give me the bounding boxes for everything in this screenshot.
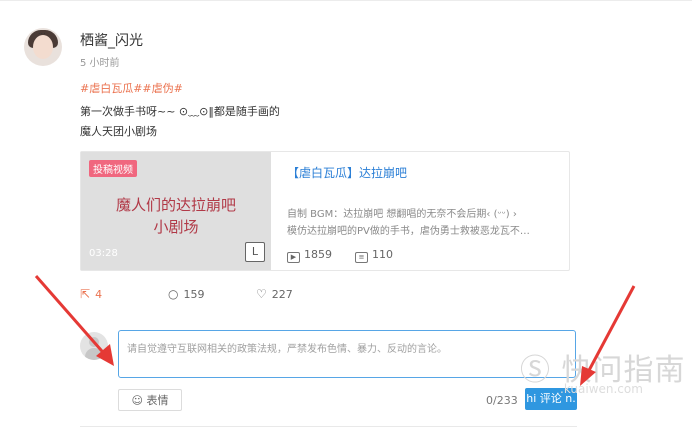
thumbnail-title-line-2: 小剧场 [153, 218, 199, 236]
like-count: 227 [271, 288, 293, 301]
post-text-line-1: 第一次做手书呀~~ ⊙﹏⊙‖都是随手画的 [80, 105, 280, 118]
annotation-arrow-left [34, 275, 114, 366]
video-description: 自制 BGM：达拉崩吧 想翻唱的无奈不会后期‹ (ᵕᵕ) › 模仿达拉崩吧的PV… [287, 206, 561, 240]
play-later-icon[interactable]: L [245, 242, 265, 262]
danmaku-count: ≡ 110 [355, 248, 393, 263]
bottom-divider [80, 426, 577, 427]
avatar-body-shape [85, 348, 103, 360]
comment-count: 159 [183, 288, 205, 301]
comment-button[interactable]: ○ 159 [168, 287, 204, 301]
char-counter: 0/233 [486, 394, 518, 407]
comment-placeholder: 请自觉遵守互联网相关的政策法规，严禁发布色情、暴力、反动的言论。 [127, 344, 447, 355]
post-text-line-2: 魔人天团小剧场 [80, 125, 157, 138]
thumbnail-title: 魔人们的达拉崩吧 小剧场 [81, 194, 271, 238]
danmaku-icon: ≡ [355, 252, 368, 263]
current-user-avatar [80, 332, 108, 360]
emoji-button[interactable]: ☺ 表情 [118, 389, 182, 411]
video-description-line-1: 自制 BGM：达拉崩吧 想翻唱的无奈不会后期‹ (ᵕᵕ) › [287, 209, 517, 220]
comment-input[interactable]: 请自觉遵守互联网相关的政策法规，严禁发布色情、暴力、反动的言论。 [118, 330, 576, 378]
play-icon: ▶ [287, 252, 300, 263]
video-duration: 03:28 [89, 248, 118, 259]
post-time: 5 小时前 [80, 58, 120, 69]
smiley-icon: ☺ [131, 394, 143, 407]
play-count-value: 1859 [304, 248, 332, 261]
avatar-head-shape [89, 337, 99, 347]
share-count: 4 [95, 288, 103, 301]
avatar-face [33, 35, 53, 59]
thumbnail-title-line-1: 魔人们的达拉崩吧 [115, 196, 236, 214]
danmaku-count-value: 110 [372, 248, 393, 261]
share-button[interactable]: ⇱ 4 [80, 287, 102, 301]
username[interactable]: 栖酱_闪光 [80, 30, 143, 50]
like-button[interactable]: ♡ 227 [256, 287, 293, 301]
video-card[interactable]: 投稿视频 魔人们的达拉崩吧 小剧场 03:28 L 【虐白瓦瓜】达拉崩吧 自制 … [80, 151, 570, 271]
play-count: ▶ 1859 [287, 248, 332, 263]
video-title[interactable]: 【虐白瓦瓜】达拉崩吧 [287, 164, 407, 181]
user-avatar[interactable]: ... [24, 28, 62, 66]
video-badge: 投稿视频 [89, 160, 137, 177]
top-divider [0, 0, 692, 1]
avatar-dots: ... [38, 28, 46, 36]
emoji-label: 表情 [146, 394, 169, 407]
watermark-url: .kuaiwen.com [560, 382, 643, 396]
video-thumbnail[interactable]: 投稿视频 魔人们的达拉崩吧 小剧场 03:28 L [81, 152, 271, 270]
thumbs-up-icon: ♡ [256, 287, 267, 301]
video-description-line-2: 模仿达拉崩吧的PV做的手书，虐伪勇士救被恶龙瓦不… [287, 226, 530, 237]
comment-icon: ○ [168, 287, 179, 301]
share-icon: ⇱ [80, 287, 91, 301]
topic-tags[interactable]: #虐白瓦瓜##虐伪# [80, 80, 183, 96]
